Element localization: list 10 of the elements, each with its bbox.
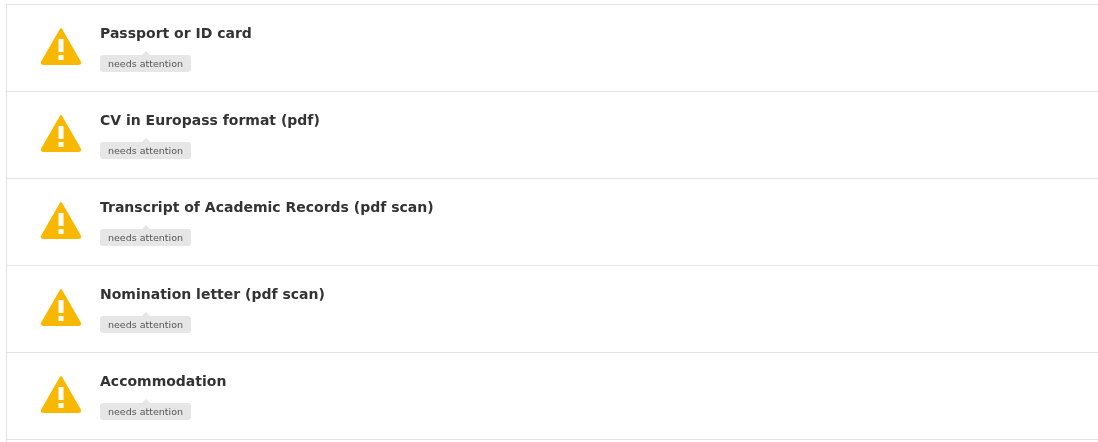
- warning-icon: [40, 27, 82, 65]
- document-title[interactable]: Passport or ID card: [100, 23, 252, 43]
- document-title[interactable]: CV in Europass format (pdf): [100, 110, 320, 130]
- document-title[interactable]: Nomination letter (pdf scan): [100, 284, 325, 304]
- warning-icon: [40, 201, 82, 239]
- document-title[interactable]: Transcript of Academic Records (pdf scan): [100, 197, 434, 217]
- warning-icon: [40, 375, 82, 413]
- warning-icon: [40, 288, 82, 326]
- document-title[interactable]: Accommodation: [100, 371, 227, 391]
- warning-icon: [40, 114, 82, 152]
